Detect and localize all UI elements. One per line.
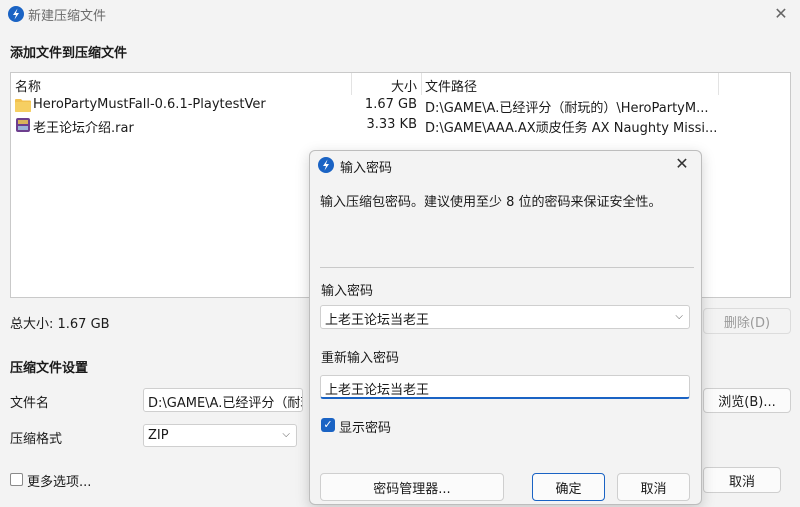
file-size: 1.67 GB — [364, 97, 417, 112]
cancel-button[interactable]: 取消 — [703, 467, 781, 493]
dialog-description: 输入压缩包密码。建议使用至少 8 位的密码来保证安全性。 — [320, 195, 662, 210]
more-options-checkbox[interactable] — [10, 473, 23, 486]
total-size-label: 总大小: 1.67 GB — [10, 317, 110, 332]
file-path: D:\GAME\AAA.AX顽皮任务 AX Naughty Missi... — [425, 121, 718, 136]
rar-archive-icon — [16, 118, 30, 132]
file-path: D:\GAME\A.已经评分（耐玩的）\HeroPartyM... — [425, 101, 709, 116]
confirm-password-input[interactable]: 上老王论坛当老王 — [320, 375, 690, 399]
ok-button[interactable]: 确定 — [532, 473, 605, 501]
confirm-password-label: 重新输入密码 — [321, 351, 400, 366]
filename-input[interactable]: D:\GAME\A.已经评分（耐玩 — [143, 388, 303, 412]
password-manager-button[interactable]: 密码管理器... — [320, 473, 504, 501]
more-options-label[interactable]: 更多选项... — [27, 471, 91, 490]
chevron-down-icon: ⌵ — [282, 429, 290, 440]
format-label: 压缩格式 — [10, 432, 63, 447]
table-row[interactable]: HeroPartyMustFall-0.6.1-PlaytestVer 1.67… — [11, 95, 790, 116]
column-header-name[interactable]: 名称 — [15, 76, 41, 95]
password-value: 上老王论坛当老王 — [325, 313, 430, 328]
password-dialog: 输入密码 ✕ 输入压缩包密码。建议使用至少 8 位的密码来保证安全性。 输入密码… — [309, 150, 702, 505]
file-name: 老王论坛介绍.rar — [33, 121, 134, 136]
password-label: 输入密码 — [321, 284, 374, 299]
app-logo-icon — [318, 157, 334, 173]
format-select[interactable]: ZIP ⌵ — [143, 424, 297, 447]
folder-icon — [15, 99, 31, 112]
column-header-size[interactable]: 大小 — [351, 76, 417, 95]
chevron-down-icon[interactable]: ⌵ — [675, 311, 683, 322]
password-input[interactable]: 上老王论坛当老王 ⌵ — [320, 305, 690, 329]
browse-button[interactable]: 浏览(B)... — [703, 388, 791, 413]
filename-label: 文件名 — [10, 396, 50, 411]
window-title: 新建压缩文件 — [28, 9, 107, 24]
show-password-label[interactable]: 显示密码 — [339, 417, 391, 436]
column-header-path[interactable]: 文件路径 — [425, 76, 477, 95]
app-logo-icon — [8, 6, 24, 22]
divider — [320, 267, 694, 268]
close-icon[interactable]: ✕ — [671, 153, 693, 175]
format-value: ZIP — [148, 428, 169, 443]
show-password-checkbox[interactable]: ✓ — [321, 418, 335, 432]
file-size: 3.33 KB — [366, 117, 417, 132]
file-name: HeroPartyMustFall-0.6.1-PlaytestVer — [33, 97, 266, 112]
dialog-cancel-button[interactable]: 取消 — [617, 473, 690, 501]
list-header: 名称 大小 文件路径 — [11, 73, 790, 95]
delete-button[interactable]: 删除(D) — [703, 308, 791, 334]
section-add-files-heading: 添加文件到压缩文件 — [10, 46, 128, 61]
close-icon[interactable]: ✕ — [768, 2, 794, 26]
table-row[interactable]: 老王论坛介绍.rar 3.33 KB D:\GAME\AAA.AX顽皮任务 AX… — [11, 115, 790, 136]
dialog-title: 输入密码 — [340, 161, 393, 176]
title-bar: 新建压缩文件 ✕ — [0, 0, 800, 28]
section-settings-heading: 压缩文件设置 — [10, 361, 89, 376]
